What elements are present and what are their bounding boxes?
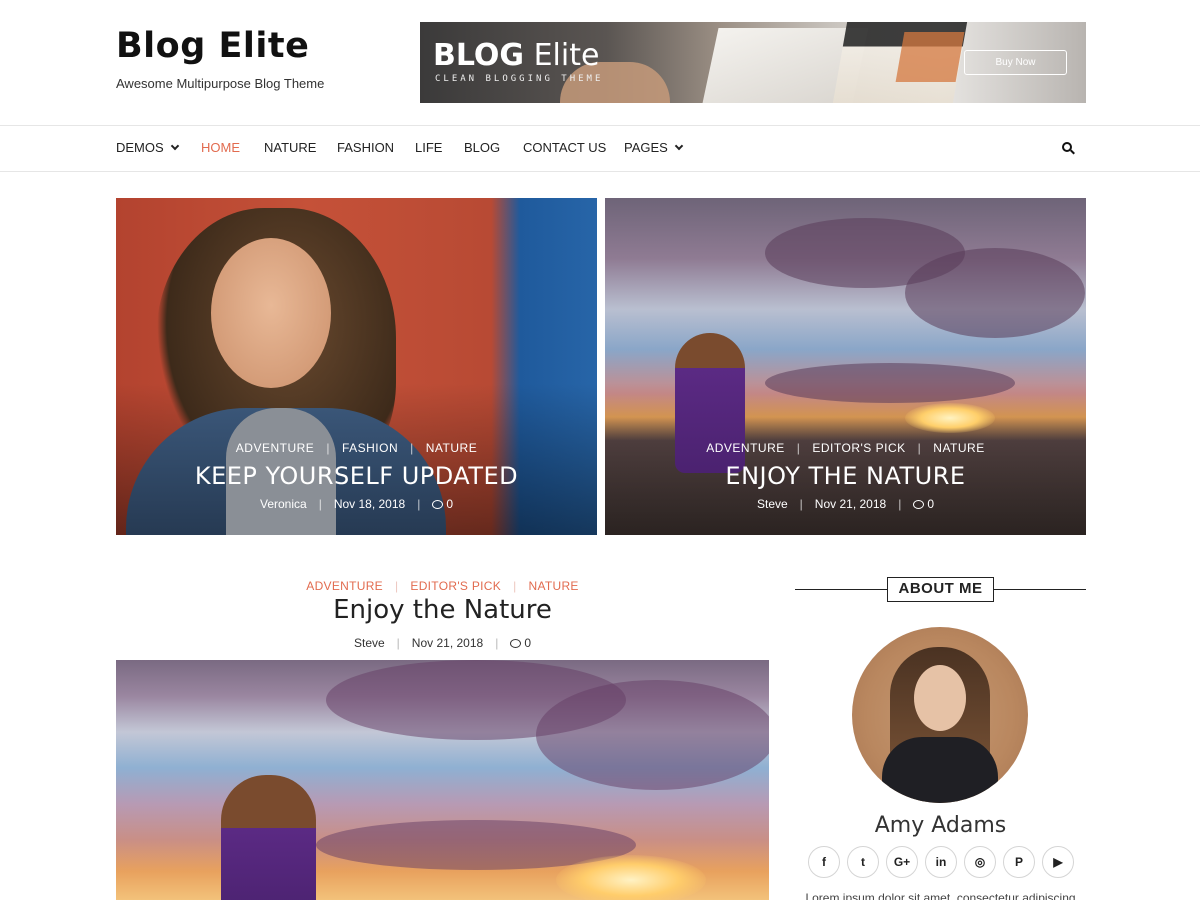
post-image-person xyxy=(221,775,316,900)
header-banner-ad[interactable]: BLOG Elite CLEAN BLOGGING THEME Buy Now xyxy=(420,22,1086,103)
instagram-icon[interactable]: ◎ xyxy=(964,846,996,878)
comment-icon xyxy=(432,500,444,509)
post-author[interactable]: Steve xyxy=(757,497,788,511)
nav-item-life[interactable]: LIFE xyxy=(415,140,442,155)
post-title[interactable]: Enjoy the Nature xyxy=(116,595,769,625)
comment-icon xyxy=(510,639,522,648)
nav-item-home[interactable]: HOME xyxy=(201,140,240,155)
post-date[interactable]: Nov 21, 2018 xyxy=(412,636,483,650)
category-link[interactable]: NATURE xyxy=(528,579,578,593)
twitter-icon[interactable]: t xyxy=(847,846,879,878)
banner-title: BLOG Elite xyxy=(433,38,600,73)
category-link[interactable]: NATURE xyxy=(426,441,477,455)
featured-image xyxy=(905,248,1085,338)
author-bio: Lorem ipsum dolor sit amet, consectetur … xyxy=(805,891,1076,900)
comment-icon xyxy=(913,500,925,509)
youtube-icon[interactable]: ▶ xyxy=(1042,846,1074,878)
comment-count[interactable]: 0 xyxy=(524,636,531,650)
comment-count[interactable]: 0 xyxy=(927,497,934,511)
category-link[interactable]: EDITOR'S PICK xyxy=(410,579,501,593)
main-navigation: DEMOS HOME NATURE FASHION LIFE BLOG CONT… xyxy=(0,125,1200,172)
linkedin-icon[interactable]: in xyxy=(925,846,957,878)
chevron-down-icon xyxy=(170,141,179,151)
post-title[interactable]: ENJOY THE NATURE xyxy=(605,462,1086,490)
chevron-down-icon xyxy=(674,141,684,151)
post-meta: Steve | Nov 21, 2018 | 0 xyxy=(353,636,531,650)
featured-image xyxy=(211,238,331,388)
featured-image xyxy=(765,363,1015,403)
category-link[interactable]: FASHION xyxy=(342,441,398,455)
post-author[interactable]: Veronica xyxy=(260,497,307,511)
author-avatar xyxy=(852,627,1028,803)
post-title[interactable]: KEEP YOURSELF UPDATED xyxy=(116,462,597,490)
nav-item-fashion[interactable]: FASHION xyxy=(337,140,394,155)
google-plus-icon[interactable]: G+ xyxy=(886,846,918,878)
category-link[interactable]: ADVENTURE xyxy=(306,579,383,593)
pinterest-icon[interactable]: P xyxy=(1003,846,1035,878)
facebook-icon[interactable]: f xyxy=(808,846,840,878)
social-links: f t G+ in ◎ P ▶ xyxy=(808,846,1074,878)
author-name: Amy Adams xyxy=(874,813,1007,838)
about-me-widget-title: ABOUT ME xyxy=(887,577,994,602)
category-link[interactable]: ADVENTURE xyxy=(706,441,785,455)
post-meta: Veronica | Nov 18, 2018 | 0 xyxy=(259,497,454,511)
post-date[interactable]: Nov 18, 2018 xyxy=(334,497,405,511)
site-title[interactable]: Blog Elite xyxy=(116,26,309,66)
category-link[interactable]: NATURE xyxy=(933,441,984,455)
site-header: Blog Elite Awesome Multipurpose Blog The… xyxy=(0,0,1200,125)
post-image-cloud xyxy=(536,680,769,790)
post-author[interactable]: Steve xyxy=(354,636,385,650)
nav-item-demos[interactable]: DEMOS xyxy=(116,140,179,155)
post-categories: ADVENTURE | EDITOR'S PICK | NATURE xyxy=(306,579,579,593)
buy-now-button[interactable]: Buy Now xyxy=(964,50,1067,75)
banner-magazine-image xyxy=(895,32,965,82)
post-date[interactable]: Nov 21, 2018 xyxy=(815,497,886,511)
nav-item-pages[interactable]: PAGES xyxy=(624,140,684,155)
post-categories: ADVENTURE | EDITOR'S PICK | NATURE xyxy=(706,441,985,455)
featured-post-card[interactable]: ADVENTURE | FASHION | NATURE KEEP YOURSELF U… xyxy=(116,198,597,535)
site-tagline: Awesome Multipurpose Blog Theme xyxy=(116,76,325,91)
nav-item-contact-us[interactable]: CONTACT US xyxy=(523,140,606,155)
banner-subtitle: CLEAN BLOGGING THEME xyxy=(435,74,604,84)
comment-count[interactable]: 0 xyxy=(446,497,453,511)
featured-image xyxy=(905,403,995,433)
nav-item-blog[interactable]: BLOG xyxy=(464,140,500,155)
featured-post-card[interactable]: ADVENTURE | EDITOR'S PICK | NATURE ENJOY THE… xyxy=(605,198,1086,535)
post-featured-image[interactable] xyxy=(116,660,769,900)
category-link[interactable]: ADVENTURE xyxy=(236,441,315,455)
category-link[interactable]: EDITOR'S PICK xyxy=(812,441,905,455)
nav-item-nature[interactable]: NATURE xyxy=(264,140,316,155)
search-icon[interactable] xyxy=(1062,142,1075,155)
post-categories: ADVENTURE | FASHION | NATURE xyxy=(235,441,478,455)
post-meta: Steve | Nov 21, 2018 | 0 xyxy=(756,497,934,511)
post-image-sun xyxy=(556,855,706,900)
